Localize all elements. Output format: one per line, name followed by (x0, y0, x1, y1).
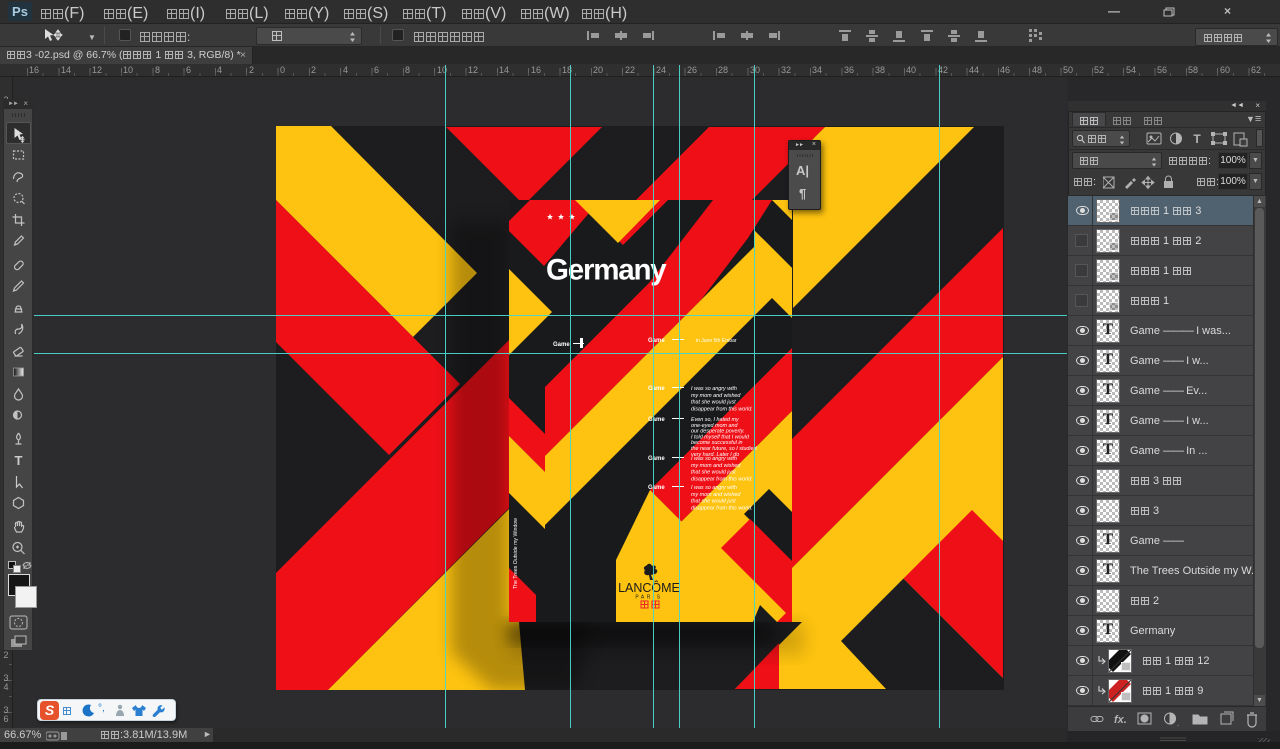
svg-text:Game: Game (648, 417, 665, 423)
svg-text:my mom and wished: my mom and wished (691, 492, 741, 498)
svg-text:I was so angry with: I was so angry with (691, 456, 737, 462)
svg-text:.: . (1177, 719, 1179, 728)
svg-text:disappear from this world.: disappear from this world. (691, 476, 753, 482)
svg-text:PARIS: PARIS (635, 595, 662, 601)
svg-text:my mom and wished: my mom and wished (691, 393, 741, 399)
svg-text:T: T (15, 453, 23, 468)
svg-text:I was so angry with: I was so angry with (691, 386, 737, 392)
svg-text:in June 5th Embar: in June 5th Embar (696, 338, 737, 344)
svg-text:T: T (1193, 132, 1201, 146)
svg-text:Game: Game (648, 456, 665, 462)
svg-text:Game: Game (648, 386, 665, 392)
svg-text:The Trees Outside my Window: The Trees Outside my Window (513, 518, 519, 589)
svg-text:Game: Game (553, 342, 570, 348)
svg-text:my mom and wished: my mom and wished (691, 463, 741, 469)
svg-text:I was so angry with: I was so angry with (691, 485, 737, 491)
svg-text:Game: Game (648, 338, 665, 344)
svg-text:that she would just: that she would just (691, 400, 736, 406)
svg-text:that she would just: that she would just (691, 499, 736, 505)
svg-text:that she would just: that she would just (691, 470, 736, 476)
svg-text:Germany: Germany (546, 254, 667, 287)
svg-text:disappear from this world.: disappear from this world. (691, 505, 753, 511)
svg-text:LANCÔME: LANCÔME (618, 580, 680, 595)
svg-text:Game: Game (648, 485, 665, 491)
svg-text:fx.: fx. (1114, 714, 1127, 726)
svg-text:disappear from this world.: disappear from this world. (691, 406, 753, 412)
